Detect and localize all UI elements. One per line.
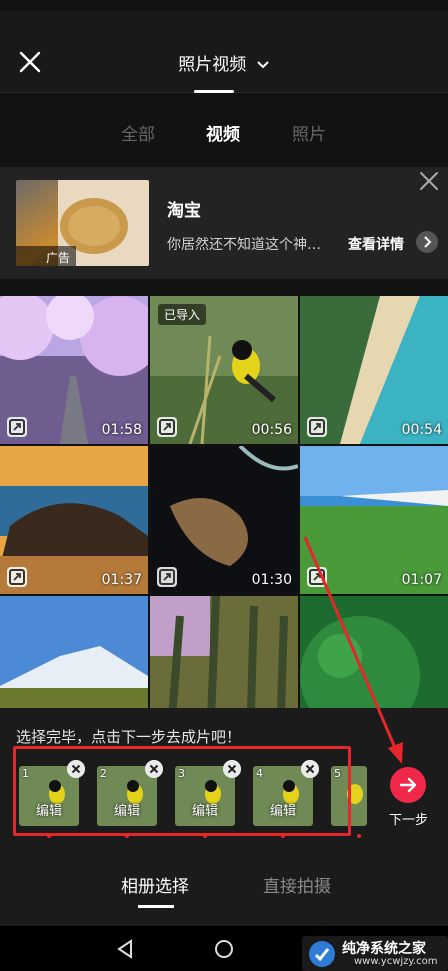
ad-thumbnail: 广告 (16, 180, 149, 266)
imported-badge: 已导入 (158, 304, 207, 325)
video-duration: 00:56 (251, 422, 292, 438)
next-button[interactable] (390, 767, 426, 803)
ad-arrow-button[interactable] (416, 231, 438, 253)
expand-icon[interactable] (157, 567, 177, 587)
filter-tabs: 全部 视频 照片 (0, 93, 448, 167)
filter-photo[interactable]: 照片 (292, 120, 326, 145)
filter-all[interactable]: 全部 (121, 120, 155, 145)
media-item[interactable] (0, 596, 148, 716)
media-item[interactable]: 01:37 (0, 446, 148, 594)
expand-icon[interactable] (307, 417, 327, 437)
watermark-url: www.ycwjzy.com (354, 956, 438, 967)
video-duration: 01:30 (251, 572, 292, 588)
tab-underline (138, 905, 174, 908)
media-item[interactable]: 01:58 (0, 296, 148, 444)
media-type-dropdown[interactable]: 照片视频 (0, 50, 448, 75)
selection-panel: 选择完毕，点击下一步去成片吧！ 1 编辑 2 编辑 3 编辑 4 编辑 5 下一… (0, 708, 448, 838)
expand-icon[interactable] (157, 417, 177, 437)
ad-title: 淘宝 (167, 201, 201, 221)
media-item[interactable] (300, 596, 448, 716)
ad-description: 你居然还不知道这个神… (167, 237, 321, 253)
ad-badge: 广告 (46, 251, 71, 265)
selection-hint: 选择完毕，点击下一步去成片吧！ (16, 728, 242, 746)
logo-icon (309, 941, 335, 967)
filter-video[interactable]: 视频 (206, 120, 240, 145)
tab-camera[interactable]: 直接拍摄 (263, 872, 331, 897)
media-grid: 01:58 已导入 00:56 00:54 01:37 01:30 01:07 (0, 296, 448, 716)
next-label[interactable]: 下一步 (389, 809, 428, 828)
video-duration: 00:54 (401, 422, 442, 438)
media-item[interactable]: 00:54 (300, 296, 448, 444)
highlight-box (13, 746, 351, 836)
ad-details-link[interactable]: 查看详情 (348, 234, 404, 254)
status-bar (0, 0, 448, 10)
expand-icon[interactable] (7, 567, 27, 587)
expand-icon[interactable] (307, 567, 327, 587)
top-bar: 照片视频 (0, 10, 448, 93)
ad-close-icon[interactable] (418, 170, 440, 192)
page-title: 照片视频 (178, 55, 247, 75)
media-item[interactable]: 01:07 (300, 446, 448, 594)
video-duration: 01:37 (101, 572, 142, 588)
media-item[interactable]: 01:30 (150, 446, 298, 594)
chevron-down-icon (256, 61, 269, 69)
video-duration: 01:58 (101, 422, 142, 438)
chevron-right-icon (424, 236, 432, 248)
arrow-right-icon (399, 777, 417, 793)
expand-icon[interactable] (7, 417, 27, 437)
ad-banner[interactable]: 广告 淘宝 你居然还不知道这个神… 查看详情 (0, 167, 448, 279)
tab-album[interactable]: 相册选择 (121, 872, 189, 897)
watermark: 纯净系统之家 www.ycwjzy.com (302, 936, 448, 971)
video-duration: 01:07 (401, 572, 442, 588)
media-item[interactable] (150, 596, 298, 716)
watermark-title: 纯净系统之家 (342, 941, 426, 957)
bottom-tabs: 相册选择 直接拍摄 (0, 838, 448, 926)
home-icon[interactable] (214, 939, 234, 959)
back-icon[interactable] (115, 939, 135, 959)
media-item[interactable]: 已导入 00:56 (150, 296, 298, 444)
